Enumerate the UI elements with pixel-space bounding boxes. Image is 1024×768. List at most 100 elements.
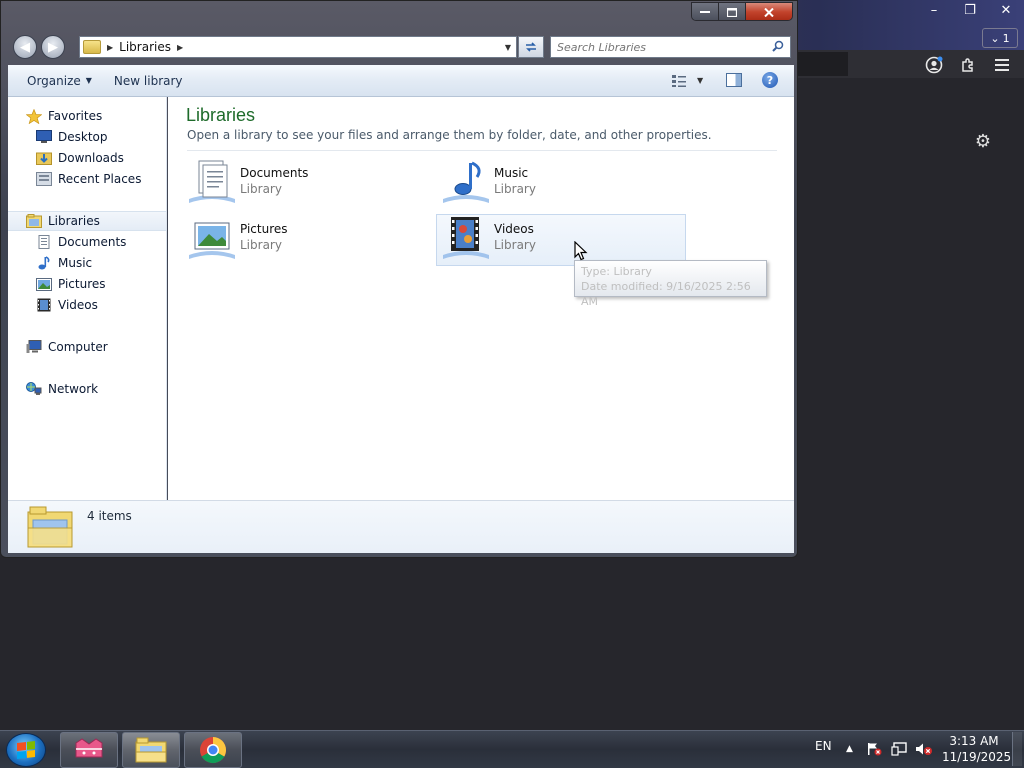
clock-date: 11/19/2025 (942, 750, 1012, 764)
library-tooltip: Type: Library Date modified: 9/16/2025 2… (574, 260, 767, 308)
nav-documents-label: Documents (58, 235, 127, 249)
nav-computer-label: Computer (48, 340, 108, 354)
background-close-button[interactable]: ✕ (988, 0, 1024, 20)
clock-time: 3:13 AM (949, 734, 999, 748)
windows-logo-icon (17, 741, 35, 759)
libraries-icon (26, 214, 42, 228)
nav-network-label: Network (48, 382, 99, 396)
language-indicator[interactable]: EN (815, 739, 832, 753)
pink-cat-app-icon (75, 738, 103, 758)
background-minimize-button[interactable]: – (916, 0, 952, 20)
show-desktop-button[interactable] (1012, 732, 1022, 766)
background-window-controls: – ❐ ✕ (916, 0, 1024, 22)
new-library-button[interactable]: New library (103, 70, 194, 92)
breadcrumb-libraries[interactable]: Libraries (119, 40, 171, 54)
star-icon (26, 108, 42, 124)
volume-muted-icon[interactable] (915, 742, 933, 759)
menu-icon[interactable] (992, 55, 1012, 75)
nav-favorites[interactable]: Favorites (26, 106, 184, 126)
nav-computer[interactable]: Computer (26, 337, 184, 357)
library-name: Pictures (240, 222, 288, 236)
library-tile-documents[interactable]: Documents Library (186, 159, 436, 211)
maximize-button[interactable] (719, 3, 746, 20)
mouse-cursor-icon (574, 240, 588, 261)
videos-library-icon (441, 215, 491, 263)
taskbar-app-pink[interactable] (60, 732, 118, 768)
preview-pane-icon[interactable] (726, 73, 742, 87)
music-note-icon (36, 256, 52, 270)
minimize-button[interactable] (692, 3, 720, 20)
back-button[interactable]: ◀ (13, 35, 37, 59)
change-view-icon[interactable] (671, 74, 687, 88)
nav-videos-label: Videos (58, 298, 98, 312)
nav-recent-places-label: Recent Places (58, 172, 142, 186)
libraries-folder-icon (83, 40, 101, 54)
tooltip-date-modified: Date modified: 9/16/2025 2:56 AM (581, 280, 751, 308)
library-tile-videos[interactable]: Videos Library (436, 214, 686, 266)
network-status-icon[interactable] (891, 742, 907, 759)
address-dropdown-icon[interactable]: ▼ (500, 43, 516, 52)
organize-label: Organize (27, 73, 81, 88)
breadcrumb-arrow-icon[interactable]: ▶ (107, 43, 113, 52)
show-hidden-icons-chevron-icon[interactable]: ▲ (846, 744, 853, 754)
background-maximize-button[interactable]: ❐ (952, 0, 988, 20)
nav-music-label: Music (58, 256, 93, 270)
chrome-icon (200, 737, 227, 764)
window-controls (691, 2, 793, 21)
chevron-down-icon: ▼ (85, 76, 92, 85)
library-name: Documents (240, 166, 309, 180)
downloads-icon (36, 151, 52, 165)
organize-button[interactable]: Organize ▼ (16, 70, 103, 92)
library-type: Library (240, 182, 282, 196)
nav-desktop-label: Desktop (58, 130, 108, 144)
search-icon[interactable] (772, 40, 790, 55)
view-options-chevron-icon[interactable]: ▼ (697, 76, 703, 85)
refresh-button[interactable] (518, 36, 544, 58)
recent-places-icon (36, 172, 52, 186)
tooltip-type: Type: Library (581, 265, 652, 278)
details-pane: 4 items (8, 500, 794, 553)
library-name: Music (494, 166, 529, 180)
header-divider (187, 150, 777, 151)
close-button[interactable] (745, 3, 792, 20)
new-library-label: New library (113, 73, 183, 88)
nav-network[interactable]: Network (26, 379, 184, 399)
search-box[interactable] (550, 36, 791, 58)
computer-icon (26, 340, 42, 354)
settings-gear-icon[interactable]: ⚙ (972, 130, 994, 152)
tab-count-label: 1 (1002, 31, 1010, 45)
breadcrumb-arrow-icon[interactable]: ▶ (177, 43, 183, 52)
extensions-icon[interactable] (958, 55, 978, 75)
help-icon[interactable]: ? (762, 72, 778, 88)
library-tile-music[interactable]: Music Library (440, 159, 690, 211)
action-center-flag-icon[interactable] (866, 742, 882, 759)
videos-icon (36, 298, 52, 312)
taskbar-clock[interactable]: 3:13 AM 11/19/2025 (942, 733, 1012, 765)
background-address-area (796, 52, 848, 76)
library-type: Library (494, 238, 536, 252)
library-type: Library (240, 238, 282, 252)
address-bar[interactable]: ▶ Libraries ▶ ▼ (79, 36, 517, 58)
navigation-pane: Favorites Desktop Downloads Recent Place… (8, 97, 167, 500)
library-name: Videos (494, 222, 534, 236)
taskbar-chrome[interactable] (184, 732, 242, 768)
taskbar-explorer[interactable] (122, 732, 180, 768)
forward-button[interactable]: ▶ (41, 35, 65, 59)
nav-favorites-label: Favorites (48, 109, 103, 123)
page-title: Libraries (186, 105, 256, 125)
nav-downloads-label: Downloads (58, 151, 124, 165)
library-tile-pictures[interactable]: Pictures Library (186, 215, 436, 267)
start-button[interactable] (6, 733, 46, 767)
network-icon (26, 382, 42, 396)
pictures-icon (36, 277, 52, 291)
page-description: Open a library to see your files and arr… (187, 128, 712, 142)
music-library-icon (441, 159, 491, 207)
nav-libraries[interactable]: Libraries (8, 211, 166, 231)
desktop-icon (36, 130, 52, 144)
documents-library-icon (187, 159, 237, 207)
library-type: Library (494, 182, 536, 196)
search-input[interactable] (557, 40, 772, 54)
tab-count-button[interactable]: ⌄ 1 (982, 28, 1018, 48)
explorer-folder-icon (135, 737, 167, 763)
account-icon[interactable] (924, 55, 944, 75)
